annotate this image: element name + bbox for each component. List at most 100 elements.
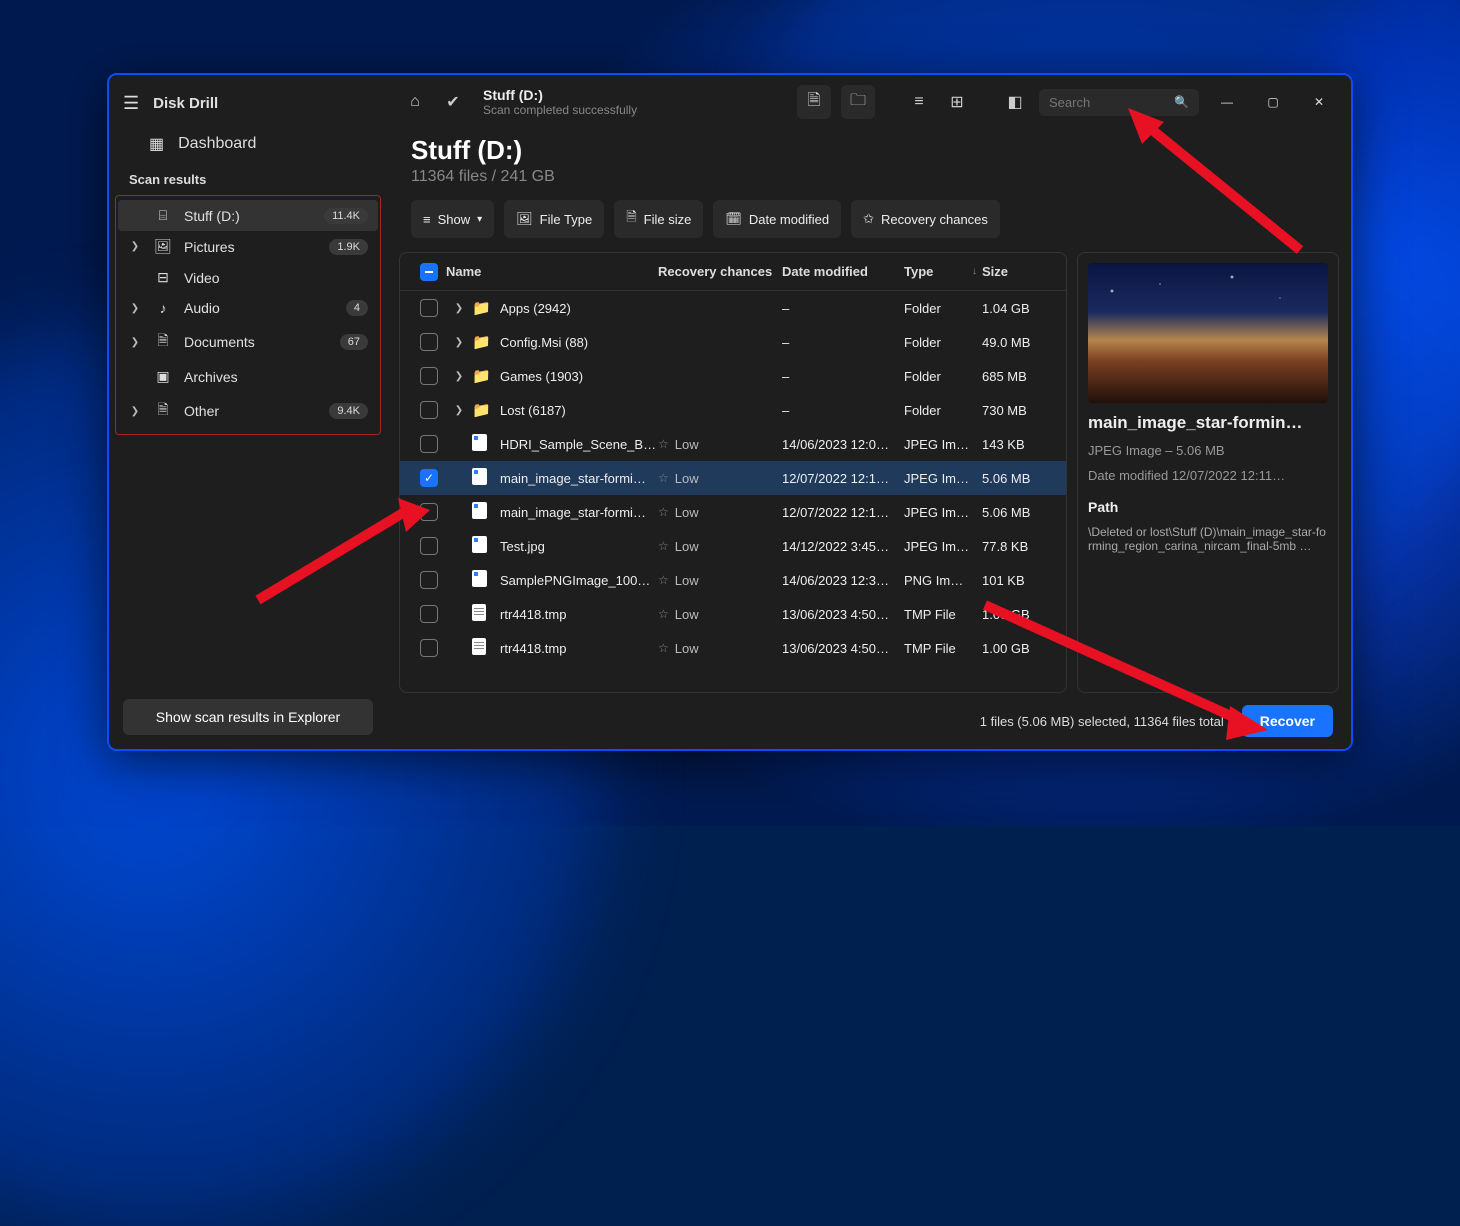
search-input[interactable]: [1049, 95, 1166, 110]
star-outline-icon: ☆: [658, 505, 669, 519]
row-checkbox[interactable]: [420, 639, 438, 657]
filter-icon: ≡: [423, 212, 431, 227]
recovery-value: Low: [675, 505, 699, 520]
row-checkbox[interactable]: [420, 333, 438, 351]
star-outline-icon: ☆: [658, 471, 669, 485]
folder-icon[interactable]: 🗀: [841, 85, 875, 119]
chevron-right-icon[interactable]: ❯: [452, 303, 466, 314]
row-checkbox[interactable]: [420, 503, 438, 521]
sidebar-item-other[interactable]: ❯🗎Other9.4K: [118, 392, 378, 430]
file-date: 12/07/2022 12:1…: [782, 471, 904, 486]
file-name: Games (1903): [500, 369, 583, 384]
chevron-right-icon[interactable]: ❯: [452, 371, 466, 382]
sidebar-item-pictures[interactable]: ❯🖼Pictures1.9K: [118, 231, 378, 262]
star-outline-icon: ☆: [658, 539, 669, 553]
col-date[interactable]: Date modified: [782, 264, 904, 279]
show-in-explorer-button[interactable]: Show scan results in Explorer: [123, 699, 373, 735]
star-outline-icon: ☆: [658, 607, 669, 621]
file-name: main_image_star-formi…: [500, 471, 646, 486]
table-row[interactable]: Test.jpg☆Low14/12/2022 3:45…JPEG Im…77.8…: [400, 529, 1066, 563]
sidebar: ☰ Disk Drill ▦ Dashboard Scan results ⌸S…: [109, 75, 387, 749]
sidebar-item-audio[interactable]: ❯♪Audio4: [118, 293, 378, 323]
show-filter[interactable]: ≡Show▾: [411, 200, 494, 238]
col-size[interactable]: Size: [982, 264, 1054, 279]
table-row[interactable]: ❯📁Games (1903)–Folder685 MB: [400, 359, 1066, 393]
hamburger-icon[interactable]: ☰: [123, 93, 139, 114]
folder-icon: 📁: [472, 368, 491, 385]
sidebar-item-badge: 9.4K: [329, 403, 368, 419]
folder-icon: 📁: [472, 334, 491, 351]
list-view-icon[interactable]: ≡: [905, 88, 933, 116]
sort-down-icon[interactable]: ↓: [972, 266, 982, 277]
star-outline-icon: ☆: [658, 641, 669, 655]
col-type[interactable]: Type: [904, 264, 972, 279]
table-row[interactable]: SamplePNGImage_100…☆Low14/06/2023 12:3…P…: [400, 563, 1066, 597]
row-checkbox[interactable]: [420, 537, 438, 555]
filesize-filter[interactable]: 🗎File size: [614, 200, 703, 238]
chevron-right-icon[interactable]: ❯: [452, 337, 466, 348]
table-row[interactable]: ❯📁Lost (6187)–Folder730 MB: [400, 393, 1066, 427]
file-type: PNG Im…: [904, 573, 982, 588]
file-icon[interactable]: 🗎: [797, 85, 831, 119]
table-row[interactable]: ❯📁Apps (2942)–Folder1.04 GB: [400, 291, 1066, 325]
topbar-title: Stuff (D:): [483, 87, 637, 103]
file-size: 730 MB: [982, 403, 1054, 418]
home-icon[interactable]: ⌂: [401, 88, 429, 116]
table-row[interactable]: rtr4418.tmp☆Low13/06/2023 4:50…TMP File1…: [400, 631, 1066, 665]
sidebar-item-stuff-d-[interactable]: ⌸Stuff (D:)11.4K: [118, 200, 378, 231]
table-row[interactable]: HDRI_Sample_Scene_B…☆Low14/06/2023 12:0……: [400, 427, 1066, 461]
row-checkbox[interactable]: [420, 571, 438, 589]
chevron-right-icon[interactable]: ❯: [452, 405, 466, 416]
col-name[interactable]: Name: [446, 264, 658, 279]
file-size: 1.00 GB: [982, 641, 1054, 656]
drive-icon: ⌸: [154, 207, 172, 224]
topbar-subtitle: Scan completed successfully: [483, 103, 637, 117]
topbar: ⌂ ✔ Stuff (D:) Scan completed successful…: [387, 75, 1351, 129]
table-row[interactable]: main_image_star-formi…☆Low12/07/2022 12:…: [400, 461, 1066, 495]
maximize-button[interactable]: ▢: [1255, 90, 1291, 114]
file-date: –: [782, 301, 904, 316]
sidebar-item-label: Archives: [184, 369, 368, 385]
row-checkbox[interactable]: [420, 469, 438, 487]
filter-bar: ≡Show▾ 🖼File Type 🗎File size 🗓Date modif…: [387, 200, 1351, 252]
folder-icon: 📁: [472, 402, 491, 419]
file-name: Apps (2942): [500, 301, 571, 316]
minimize-button[interactable]: —: [1209, 90, 1245, 114]
sidebar-dashboard[interactable]: ▦ Dashboard: [109, 126, 387, 164]
file-date: 13/06/2023 4:50…: [782, 641, 904, 656]
row-checkbox[interactable]: [420, 435, 438, 453]
image-file-icon: [472, 502, 487, 519]
chevron-right-icon: ❯: [128, 303, 142, 314]
filetype-filter[interactable]: 🖼File Type: [504, 200, 604, 238]
select-all-checkbox[interactable]: [420, 263, 438, 281]
row-checkbox[interactable]: [420, 605, 438, 623]
image-file-icon: [472, 536, 487, 553]
footer: 1 files (5.06 MB) selected, 11364 files …: [387, 693, 1351, 749]
date-filter[interactable]: 🗓Date modified: [713, 200, 841, 238]
sidebar-item-video[interactable]: ⊟Video: [118, 262, 378, 293]
col-recovery[interactable]: Recovery chances: [658, 264, 782, 279]
preview-title: main_image_star-formin…: [1088, 413, 1328, 433]
file-size: 685 MB: [982, 369, 1054, 384]
file-name: Lost (6187): [500, 403, 566, 418]
file-size: 101 KB: [982, 573, 1054, 588]
table-row[interactable]: rtr4418.tmp☆Low13/06/2023 4:50…TMP File1…: [400, 597, 1066, 631]
sidebar-item-label: Audio: [184, 300, 334, 316]
audio-icon: ♪: [154, 300, 172, 316]
sidebar-tree: ⌸Stuff (D:)11.4K❯🖼Pictures1.9K⊟Video ❯ ♪ Au…: [115, 195, 381, 435]
sidebar-item-archives[interactable]: ▣Archives: [118, 361, 378, 392]
table-row[interactable]: main_image_star-formi…☆Low12/07/2022 12:…: [400, 495, 1066, 529]
grid-view-icon[interactable]: ⊞: [943, 88, 971, 116]
table-row[interactable]: ❯📁Config.Msi (88)–Folder49.0 MB: [400, 325, 1066, 359]
file-name: main_image_star-formi…: [500, 505, 646, 520]
recover-button[interactable]: Recover: [1242, 705, 1333, 737]
row-checkbox[interactable]: [420, 401, 438, 419]
chevron-right-icon: ❯: [128, 241, 142, 252]
close-button[interactable]: ✕: [1301, 90, 1337, 114]
recovery-filter[interactable]: ✩Recovery chances: [851, 200, 1000, 238]
row-checkbox[interactable]: [420, 299, 438, 317]
sidebar-item-documents[interactable]: ❯🗎Documents67: [118, 323, 378, 361]
search-box[interactable]: 🔍: [1039, 89, 1199, 116]
row-checkbox[interactable]: [420, 367, 438, 385]
panel-toggle-icon[interactable]: ◧: [1001, 88, 1029, 116]
